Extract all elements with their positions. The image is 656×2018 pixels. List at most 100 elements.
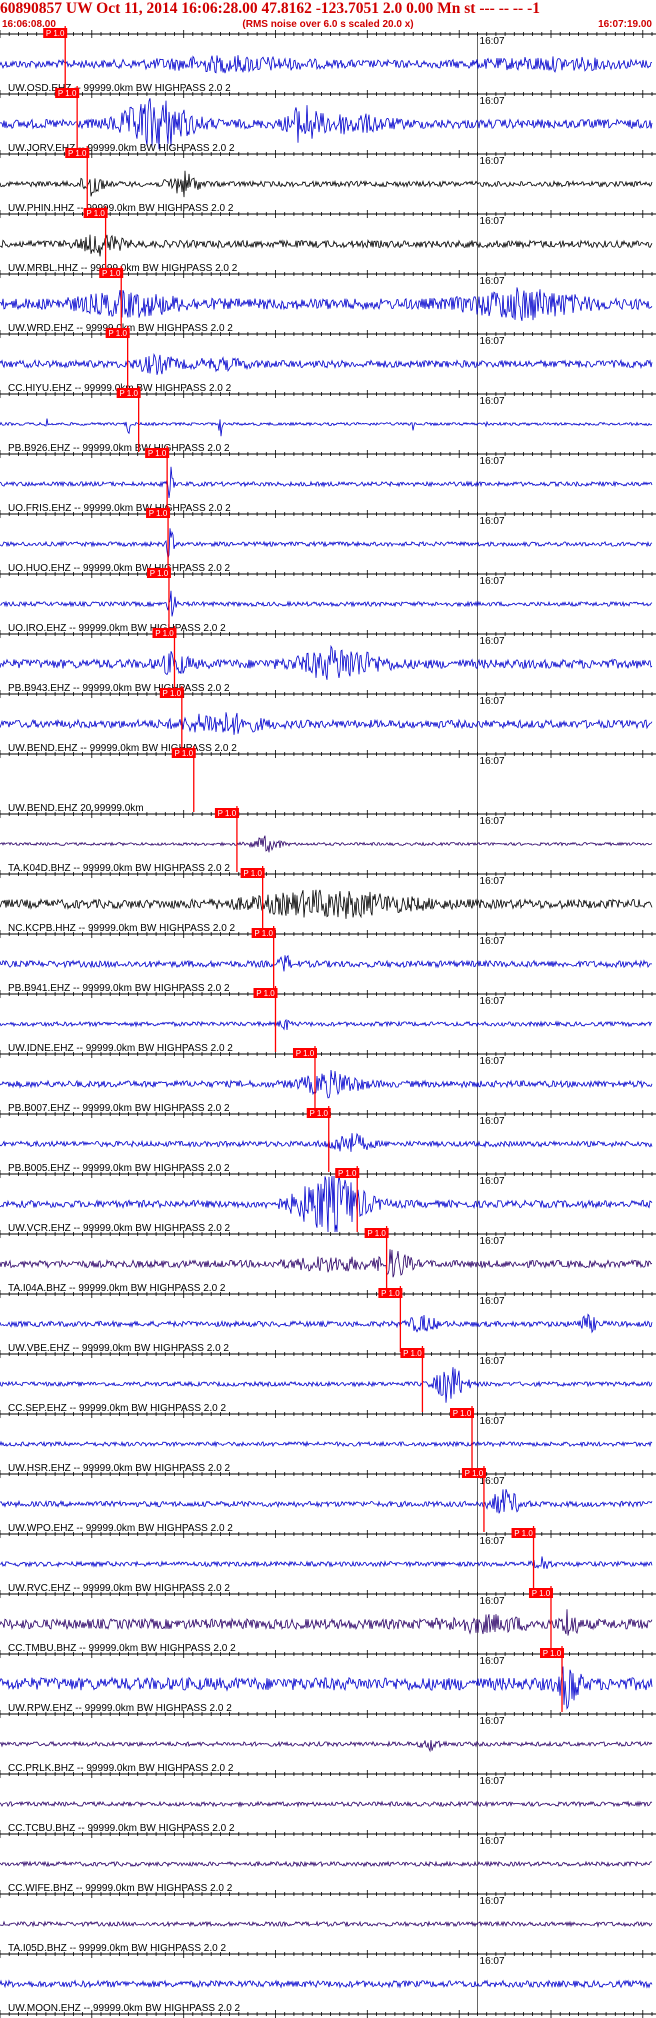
pick-flag: P 1.0 — [65, 148, 90, 158]
minute-label: 16:07 — [480, 216, 505, 227]
pick-flag: P 1.0 — [540, 1648, 565, 1658]
station-label: UW.OSD.EHZ -- 99999.0km BW HIGHPASS 2.0 … — [8, 83, 231, 94]
minute-label: 16:07 — [480, 1116, 505, 1127]
pick-flag: P 1.0 — [214, 808, 239, 818]
minute-label: 16:07 — [480, 576, 505, 587]
pick-flag: P 1.0 — [152, 628, 177, 638]
waveform — [0, 889, 653, 919]
waveform — [0, 590, 653, 617]
station-label: PB.B943.EHZ -- 99999.0km BW HIGHPASS 2.0… — [8, 683, 230, 694]
station-label: NC.KCPB.HHZ -- 99999.0km BW HIGHPASS 2.0… — [8, 923, 236, 934]
pick-label: P 1.0 — [155, 629, 174, 638]
pick-label: P 1.0 — [465, 1469, 484, 1478]
trace: 16:07 NC.KCPB.HHZ -- 99999.0km BW HIGHPAS… — [0, 866, 653, 934]
trace: 16:07 CC.PRLK.BHZ -- 99999.0km BW HIGHPAS… — [0, 1716, 653, 1774]
waveform — [0, 1132, 653, 1152]
station-label: UW.RVC.EHZ -- 99999.0km BW HIGHPASS 2.0 … — [8, 1583, 230, 1594]
pick-flag: P 1.0 — [251, 928, 276, 938]
pick-flag: P 1.0 — [528, 1588, 553, 1598]
waveform — [0, 954, 653, 972]
pick-label: P 1.0 — [58, 89, 77, 98]
station-label: PB.B926.EHZ -- 99999.0km BW HIGHPASS 2.0… — [8, 443, 230, 454]
pick-label: P 1.0 — [453, 1409, 472, 1418]
trace: 16:07 UW.HSR.EHZ -- 99999.0km BW HIGHPASS… — [0, 1406, 653, 1474]
minute-label: 16:07 — [480, 756, 505, 767]
trace: 16:07 UO.FRIS.EHZ -- 99999.0km BW HIGHPAS… — [0, 446, 653, 514]
waveform — [0, 644, 653, 680]
trace: 16:07 CC.TMBU.BHZ -- 99999.0km BW HIGHPAS… — [0, 1586, 653, 1654]
minute-label: 16:07 — [480, 1236, 505, 1247]
minute-label: 16:07 — [480, 1416, 505, 1427]
pick-label: P 1.0 — [102, 269, 121, 278]
pick-flag: P 1.0 — [378, 1288, 403, 1298]
pick-label: P 1.0 — [148, 449, 167, 458]
trace: 16:07 PB.B926.EHZ -- 99999.0km BW HIGHPAS… — [0, 386, 653, 454]
pick-label: P 1.0 — [163, 689, 182, 698]
trace: 16:07 PB.B007.EHZ -- 99999.0km BW HIGHPAS… — [0, 1046, 653, 1114]
pick-flag: P 1.0 — [146, 568, 171, 578]
trace: 16:07 PB.B005.EHZ -- 99999.0km BW HIGHPAS… — [0, 1106, 653, 1174]
pick-flag: P 1.0 — [83, 208, 108, 218]
station-label: TA.K04D.BHZ -- 99999.0km BW HIGHPASS 2.0… — [8, 863, 230, 874]
minute-label: 16:07 — [480, 1896, 505, 1907]
trace: 16:07 UW.RVC.EHZ -- 99999.0km BW HIGHPASS… — [0, 1526, 653, 1594]
trace: 16:07UW.WPO.EHZ -- 99999.0km BW HIGHPASS… — [0, 1466, 653, 1534]
station-label: CC.TCBU.BHZ -- 99999.0km BW HIGHPASS 2.0… — [8, 1823, 235, 1834]
pick-label: P 1.0 — [403, 1349, 422, 1358]
pick-flag: P 1.0 — [461, 1468, 486, 1478]
trace: 16:07 CC.TCBU.BHZ -- 99999.0km BW HIGHPAS… — [0, 1776, 653, 1834]
station-label: UW.MOON.EHZ -- 99999.0km BW HIGHPASS 2.0… — [8, 2003, 241, 2014]
pick-label: P 1.0 — [296, 1049, 315, 1058]
trace-axis — [0, 30, 656, 38]
pick-label: P 1.0 — [218, 809, 237, 818]
pick-label: P 1.0 — [119, 389, 138, 398]
minute-label: 16:07 — [480, 276, 505, 287]
trace: 16:07 PB.B943.EHZ -- 99999.0km BW HIGHPAS… — [0, 626, 653, 694]
minute-label: 16:07 — [480, 1296, 505, 1307]
minute-label: 16:07 — [480, 396, 505, 407]
minute-label: 16:07 — [480, 1176, 505, 1187]
pick-label: P 1.0 — [150, 569, 169, 578]
minute-label: 16:07 — [480, 696, 505, 707]
minute-label: 16:07 — [480, 96, 505, 107]
minute-label: 16:07 — [480, 456, 505, 467]
minute-label: 16:07 — [480, 336, 505, 347]
pick-label: P 1.0 — [381, 1289, 400, 1298]
trace: 16:07 UW.BEND.EHZ -- 99999.0km BW HIGHPAS… — [0, 686, 653, 754]
waveform — [0, 234, 653, 257]
station-label: CC.SEP.EHZ -- 99999.0km BW HIGHPASS 2.0 … — [8, 1403, 226, 1414]
pick-label: P 1.0 — [309, 1109, 328, 1118]
minute-label: 16:07 — [480, 156, 505, 167]
minute-label: 16:07 — [480, 36, 505, 47]
station-label: TA.I05D.BHZ -- 99999.0km BW HIGHPASS 2.0… — [8, 1943, 226, 1954]
pick-flag: P 1.0 — [145, 448, 170, 458]
waveform — [0, 1979, 653, 1989]
waveform — [0, 1440, 653, 1448]
pick-flag: P 1.0 — [43, 28, 68, 38]
pick-flag: P 1.0 — [55, 88, 80, 98]
station-label: UW.BEND.EHZ -- 99999.0km BW HIGHPASS 2.0… — [8, 743, 237, 754]
station-label: UW.WPO.EHZ -- 99999.0km BW HIGHPASS 2.0 … — [8, 1523, 233, 1534]
waveform — [0, 170, 653, 198]
station-label: UO.HUO.EHZ -- 99999.0km BW HIGHPASS 2.0 … — [8, 563, 231, 574]
pick-flag: P 1.0 — [253, 988, 278, 998]
pick-flag: P 1.0 — [240, 868, 265, 878]
pick-flag: P 1.0 — [105, 328, 130, 338]
minute-label: 16:07 — [480, 1356, 505, 1367]
trace: 16:07 PB.B941.EHZ -- 99999.0km BW HIGHPAS… — [0, 926, 653, 994]
minute-label: 16:07 — [480, 1536, 505, 1547]
pick-flag: P 1.0 — [511, 1528, 536, 1538]
minute-label: 16:07 — [480, 1956, 505, 1967]
pick-label: P 1.0 — [254, 929, 273, 938]
pick-label: P 1.0 — [243, 869, 262, 878]
minute-label: 16:07 — [480, 516, 505, 527]
waveform — [0, 1860, 653, 1868]
minute-label: 16:07 — [480, 1776, 505, 1787]
station-label: CC.WIFE.BHZ -- 99999.0km BW HIGHPASS 2.0… — [8, 1883, 233, 1894]
waveform — [0, 1018, 653, 1031]
station-label: UW.RPW.EHZ -- 99999.0km BW HIGHPASS 2.0 … — [8, 1703, 232, 1714]
waveform — [0, 1800, 653, 1808]
station-label: UW.BEND.EHZ 20.99999.0km — [8, 803, 144, 814]
station-label: UW.PHIN.HHZ -- 99999.0km BW HIGHPASS 2.0… — [8, 203, 234, 214]
station-label: UO.FRIS.EHZ -- 99999.0km BW HIGHPASS 2.0… — [8, 503, 231, 514]
